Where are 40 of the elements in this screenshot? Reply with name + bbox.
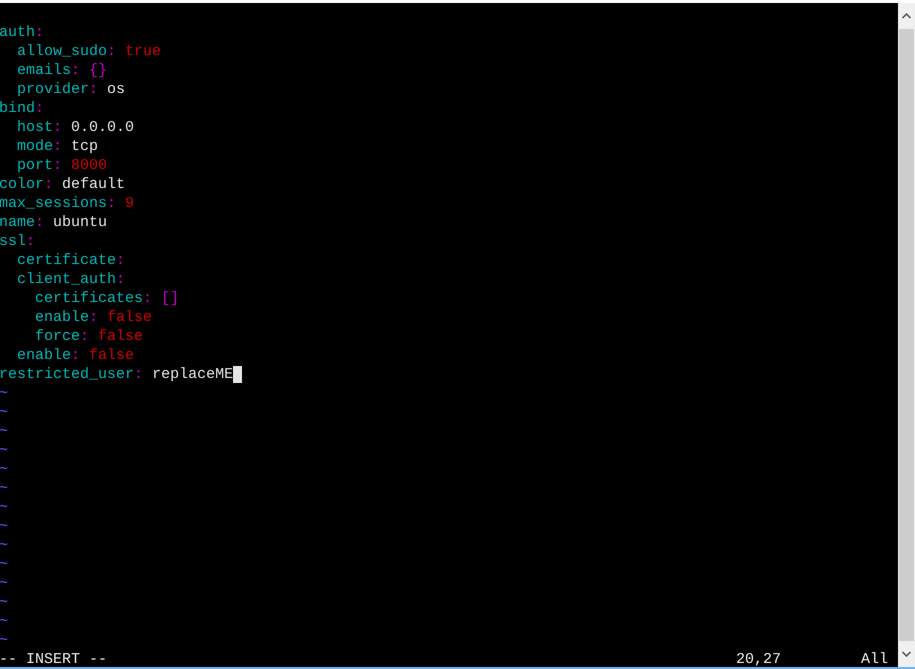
scroll-up-icon[interactable] <box>902 13 911 19</box>
scrollbar-thumb[interactable] <box>899 29 914 641</box>
empty-line-marker: ~ <box>0 422 8 441</box>
empty-line-marker: ~ <box>0 498 8 517</box>
code-line: bind: <box>0 99 44 118</box>
code-line: restricted_user: replaceME <box>0 365 234 384</box>
code-line: mode: tcp <box>17 137 98 156</box>
code-line: ssl: <box>0 232 36 251</box>
empty-line-marker: ~ <box>0 574 8 593</box>
empty-line-marker: ~ <box>0 612 8 631</box>
code-line: provider: os <box>17 80 126 99</box>
code-line: enable: false <box>17 346 134 365</box>
scroll-position: All <box>860 650 888 667</box>
code-line: port: 8000 <box>17 156 108 175</box>
code-line: certificates: [] <box>35 289 180 308</box>
empty-line-marker: ~ <box>0 384 8 403</box>
empty-line-marker: ~ <box>0 517 8 536</box>
empty-line-marker: ~ <box>0 479 8 498</box>
code-line: force: false <box>35 327 144 346</box>
code-line: max_sessions: 9 <box>0 194 134 213</box>
empty-line-marker: ~ <box>0 536 8 555</box>
empty-line-marker: ~ <box>0 460 8 479</box>
scrollbar[interactable] <box>898 3 915 667</box>
empty-line-marker: ~ <box>0 555 8 574</box>
code-line: allow_sudo: true <box>17 42 162 61</box>
code-line: host: 0.0.0.0 <box>17 118 134 137</box>
code-line: color: default <box>0 175 126 194</box>
code-line: certificate: <box>17 251 126 270</box>
code-line: client_auth: <box>17 270 126 289</box>
code-line: enable: false <box>35 308 152 327</box>
code-line: emails: {} <box>17 61 108 80</box>
empty-line-marker: ~ <box>0 441 8 460</box>
code-line: name: ubuntu <box>0 213 108 232</box>
empty-line-marker: ~ <box>0 403 8 422</box>
empty-line-marker: ~ <box>0 631 8 650</box>
code-line: auth: <box>0 23 44 42</box>
cursor-position: 20,27 <box>736 650 781 667</box>
empty-line-marker: ~ <box>0 593 8 612</box>
scroll-down-icon[interactable] <box>902 651 911 657</box>
mode-indicator: -- INSERT -- <box>0 650 108 667</box>
